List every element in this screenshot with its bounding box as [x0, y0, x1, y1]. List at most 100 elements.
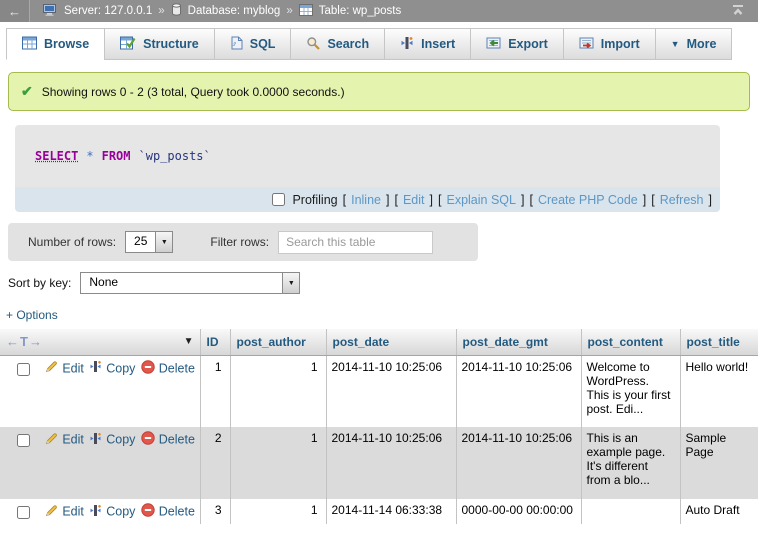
column-header-post-author[interactable]: post_author — [230, 329, 326, 355]
delete-icon — [141, 503, 155, 520]
sql-star: * — [86, 149, 93, 163]
cell-post-title: Hello world! — [680, 355, 758, 427]
table-header-row: ←T→ ▼ ID post_author post_date post_date… — [0, 329, 758, 355]
delete-link[interactable]: Delete — [159, 433, 195, 447]
edit-link[interactable]: Edit — [62, 433, 84, 447]
sort-by-key-select[interactable]: None ▼ — [80, 272, 300, 294]
copy-icon — [89, 504, 102, 520]
tab-browse[interactable]: Browse — [6, 28, 105, 60]
breadcrumb-server-link[interactable]: Server: 127.0.0.1 — [64, 5, 152, 17]
profiling-checkbox[interactable] — [272, 193, 285, 206]
tab-sql[interactable]: SQL — [214, 28, 292, 60]
bracket: [ — [651, 193, 654, 207]
breadcrumb-separator: » — [158, 5, 164, 17]
edit-link[interactable]: Edit — [62, 505, 84, 519]
insert-icon — [400, 36, 414, 53]
tab-label: Insert — [421, 37, 455, 51]
bracket: [ — [438, 193, 441, 207]
tab-export[interactable]: Export — [470, 28, 564, 60]
bracket: ] — [430, 193, 433, 207]
row-select-checkbox[interactable] — [17, 363, 30, 376]
results-table: ←T→ ▼ ID post_author post_date post_date… — [0, 329, 758, 524]
delete-link[interactable]: Delete — [159, 505, 195, 519]
actions-header-cell: ←T→ ▼ — [0, 329, 200, 355]
options-toggle-link[interactable]: + Options — [6, 308, 58, 322]
tab-import[interactable]: Import — [563, 28, 656, 60]
sort-by-key-label: Sort by key: — [8, 276, 71, 290]
edit-pencil-icon — [45, 504, 58, 520]
transpose-icon[interactable]: ←T→ — [6, 334, 43, 349]
column-header-post-title[interactable]: post_title — [680, 329, 758, 355]
number-of-rows-label: Number of rows: — [28, 235, 116, 249]
bracket: ] — [643, 193, 646, 207]
filter-rows-input[interactable] — [278, 231, 433, 254]
collapse-icon — [730, 3, 746, 20]
tab-insert[interactable]: Insert — [384, 28, 471, 60]
row-select-checkbox[interactable] — [17, 506, 30, 519]
sql-table-identifier: `wp_posts` — [139, 149, 211, 163]
profiling-label: Profiling — [292, 193, 337, 207]
status-message-text: Showing rows 0 - 2 (3 total, Query took … — [42, 85, 345, 99]
tab-label: More — [687, 37, 717, 51]
back-arrow-icon: ← — [8, 4, 21, 19]
copy-icon — [89, 432, 102, 448]
bracket: [ — [343, 193, 346, 207]
column-header-id[interactable]: ID — [200, 329, 230, 355]
edit-query-link[interactable]: Edit — [403, 193, 425, 207]
cell-post-content — [581, 499, 680, 524]
row-select-checkbox[interactable] — [17, 434, 30, 447]
number-of-rows-select[interactable]: 25 ▼ — [125, 231, 173, 253]
cell-post-title: Sample Page — [680, 427, 758, 499]
inline-edit-link[interactable]: Inline — [351, 193, 381, 207]
explain-sql-link[interactable]: Explain SQL — [446, 193, 515, 207]
delete-link[interactable]: Delete — [159, 361, 195, 375]
bracket: [ — [529, 193, 532, 207]
cell-post-date-gmt: 2014-11-10 10:25:06 — [456, 427, 581, 499]
cell-post-author: 1 — [230, 355, 326, 427]
table-icon — [299, 4, 313, 19]
tab-label: Browse — [44, 37, 89, 51]
sort-options-icon[interactable]: ▼ — [184, 336, 194, 347]
column-header-post-date-gmt[interactable]: post_date_gmt — [456, 329, 581, 355]
cell-post-date-gmt: 2014-11-10 10:25:06 — [456, 355, 581, 427]
status-message: ✔ Showing rows 0 - 2 (3 total, Query too… — [8, 72, 750, 111]
tab-label: Search — [327, 37, 369, 51]
copy-link[interactable]: Copy — [106, 433, 135, 447]
bracket: ] — [709, 193, 712, 207]
tab-search[interactable]: Search — [290, 28, 385, 60]
dropdown-arrow-icon: ▼ — [282, 273, 299, 293]
create-php-code-link[interactable]: Create PHP Code — [538, 193, 638, 207]
bracket: ] — [521, 193, 524, 207]
filter-rows-label: Filter rows: — [210, 235, 269, 249]
sql-keyword-select[interactable]: SELECT — [35, 149, 78, 163]
edit-link[interactable]: Edit — [62, 361, 84, 375]
sort-by-key-value: None — [81, 273, 282, 293]
export-icon — [486, 36, 501, 53]
sql-keyword-from: FROM — [102, 149, 131, 163]
tab-structure[interactable]: Structure — [104, 28, 215, 60]
column-header-post-content[interactable]: post_content — [581, 329, 680, 355]
back-arrow-button[interactable]: ← — [0, 0, 30, 22]
copy-link[interactable]: Copy — [106, 505, 135, 519]
tab-label: Import — [601, 37, 640, 51]
table-row: Edit Copy Delete 2 1 2014-11-10 10:25:06… — [0, 427, 758, 499]
collapse-panel-button[interactable] — [730, 3, 746, 20]
bracket: ] — [386, 193, 389, 207]
dropdown-arrow-icon: ▼ — [155, 232, 172, 252]
breadcrumb-table-link[interactable]: Table: wp_posts — [319, 5, 401, 17]
bracket: [ — [394, 193, 397, 207]
cell-post-date-gmt: 0000-00-00 00:00:00 — [456, 499, 581, 524]
cell-post-date: 2014-11-10 10:25:06 — [326, 427, 456, 499]
delete-icon — [141, 431, 155, 448]
copy-link[interactable]: Copy — [106, 361, 135, 375]
refresh-link[interactable]: Refresh — [660, 193, 704, 207]
structure-icon — [120, 36, 136, 53]
column-header-post-date[interactable]: post_date — [326, 329, 456, 355]
tab-more[interactable]: ▼ More — [655, 28, 733, 60]
cell-id: 3 — [200, 499, 230, 524]
number-of-rows-value: 25 — [126, 232, 155, 252]
cell-post-author: 1 — [230, 427, 326, 499]
cell-post-author: 1 — [230, 499, 326, 524]
breadcrumb-database-link[interactable]: Database: myblog — [188, 5, 281, 17]
search-icon — [306, 36, 320, 53]
